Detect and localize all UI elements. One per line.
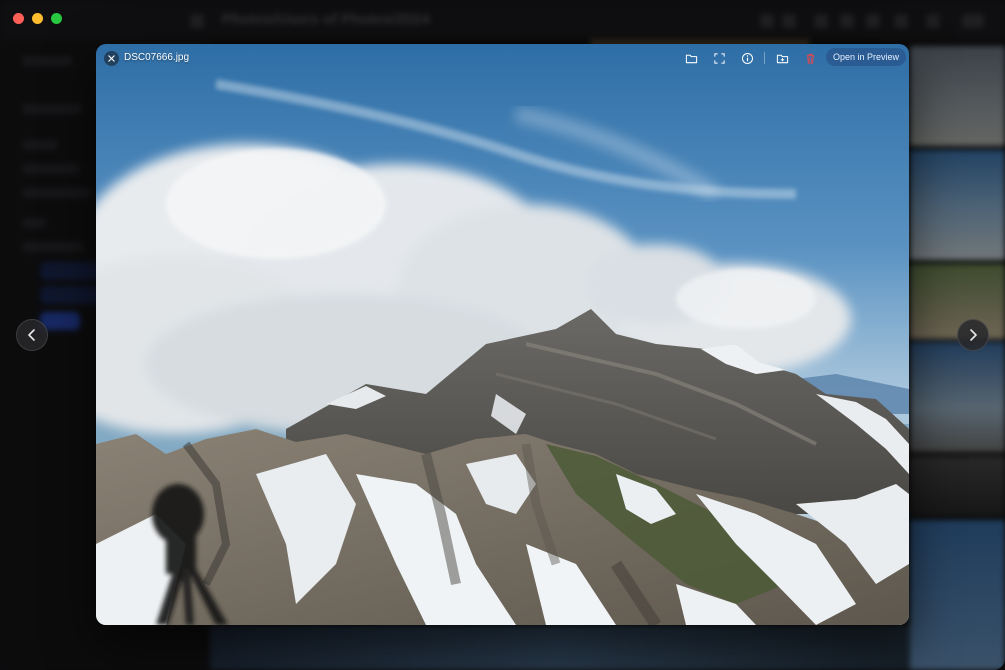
close-window-button[interactable]: [13, 13, 24, 24]
info-icon: [741, 52, 753, 64]
move-to-folder-button[interactable]: [774, 50, 790, 66]
fullscreen-icon: [713, 52, 725, 64]
open-in-preview-button[interactable]: Open in Preview: [826, 48, 907, 66]
move-to-folder-icon: [776, 54, 788, 63]
mountain-photo: [96, 44, 909, 625]
file-name: DSC07666.jpg: [124, 52, 190, 63]
show-in-folder-button[interactable]: [683, 50, 699, 66]
previous-photo-button[interactable]: [16, 319, 48, 351]
close-icon: [108, 55, 115, 62]
chevron-left-icon: [28, 329, 35, 341]
close-preview-button[interactable]: [104, 51, 119, 66]
photo-preview-panel: DSC07666.jpg Open in Preview: [96, 44, 909, 625]
next-photo-button[interactable]: [957, 319, 989, 351]
folder-icon: [685, 54, 697, 63]
trash-icon: [806, 53, 814, 64]
fullscreen-button[interactable]: [711, 50, 727, 66]
delete-button[interactable]: [802, 50, 818, 66]
app-window: Photos/Users of Photos/2024 DSC07666.jpg…: [0, 0, 1005, 670]
minimize-window-button[interactable]: [32, 13, 43, 24]
toolbar-divider: [764, 52, 765, 64]
chevron-right-icon: [970, 329, 977, 341]
window-controls: [13, 13, 62, 24]
zoom-window-button[interactable]: [51, 13, 62, 24]
info-button[interactable]: [739, 50, 755, 66]
preview-toolbar: DSC07666.jpg Open in Preview: [96, 44, 909, 72]
